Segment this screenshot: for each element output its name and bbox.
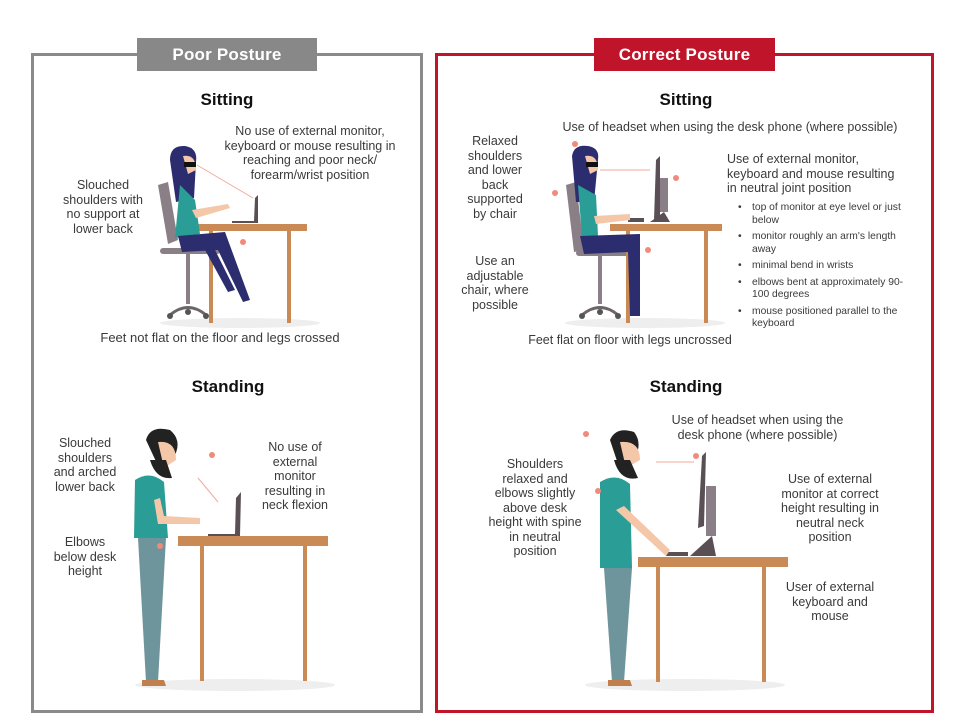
marker-dot — [240, 239, 246, 245]
poor-standing-elbows-note: Elbows below desk height — [53, 535, 117, 578]
floor-shadow — [565, 318, 725, 328]
laptop-icon — [208, 492, 241, 536]
marker-dot — [693, 453, 699, 459]
poor-sitting-feet-note: Feet not flat on the floor and legs cros… — [100, 330, 340, 345]
correct-posture-badge: Correct Posture — [594, 38, 775, 71]
correct-sitting-feet-note: Feet flat on floor with legs uncrossed — [528, 333, 732, 347]
keyboard-icon — [628, 218, 644, 222]
correct-sitting-heading: Sitting — [659, 90, 713, 109]
floor-shadow — [160, 318, 320, 328]
marker-dot — [583, 431, 589, 437]
correct-sitting-headset-note: Use of headset when using the desk phone… — [562, 120, 898, 134]
sightline — [196, 164, 254, 199]
poor-sitting-illustration — [158, 145, 320, 328]
correct-sitting-external-note: Use of external monitor, keyboard and mo… — [727, 152, 895, 195]
correct-sitting-illustration — [552, 141, 725, 328]
sightline — [197, 477, 219, 503]
bullet-item: monitor roughly an arm's length away — [738, 231, 913, 256]
monitor-icon — [690, 452, 716, 556]
marker-dot — [209, 452, 215, 458]
laptop-icon — [232, 195, 258, 223]
poor-standing-heading: Standing — [191, 377, 265, 396]
bullet-item: top of monitor at eye level or just belo… — [738, 202, 913, 227]
marker-dot — [673, 175, 679, 181]
marker-dot — [645, 247, 651, 253]
marker-dot — [157, 543, 163, 549]
correct-sitting-relaxed-note: Relaxed shoulders and lower back support… — [467, 134, 523, 221]
marker-dot — [572, 141, 578, 147]
marker-dot — [552, 190, 558, 196]
correct-sitting-adjustable-note: Use an adjustable chair, where possible — [461, 254, 529, 312]
keyboard-icon — [666, 552, 688, 556]
desk-icon — [638, 557, 788, 682]
bullet-item: minimal bend in wrists — [738, 260, 913, 273]
poor-sitting-heading: Sitting — [200, 90, 254, 109]
marker-dot — [595, 488, 601, 494]
desk-icon — [178, 536, 328, 681]
correct-standing-heading: Standing — [649, 377, 723, 396]
bullet-item: mouse positioned parallel to the keyboar… — [738, 306, 913, 331]
bullet-item: elbows bent at approximately 90-100 degr… — [738, 277, 913, 302]
poor-posture-badge: Poor Posture — [137, 38, 317, 71]
monitor-icon — [650, 156, 670, 222]
correct-sitting-bullet-list: top of monitor at eye level or just belo… — [738, 202, 913, 335]
man-figure — [134, 428, 200, 686]
poor-standing-slouched-note: Slouched shoulders and arched lower back — [53, 436, 117, 494]
poor-standing-illustration — [134, 428, 335, 691]
correct-standing-illustration — [583, 430, 788, 691]
